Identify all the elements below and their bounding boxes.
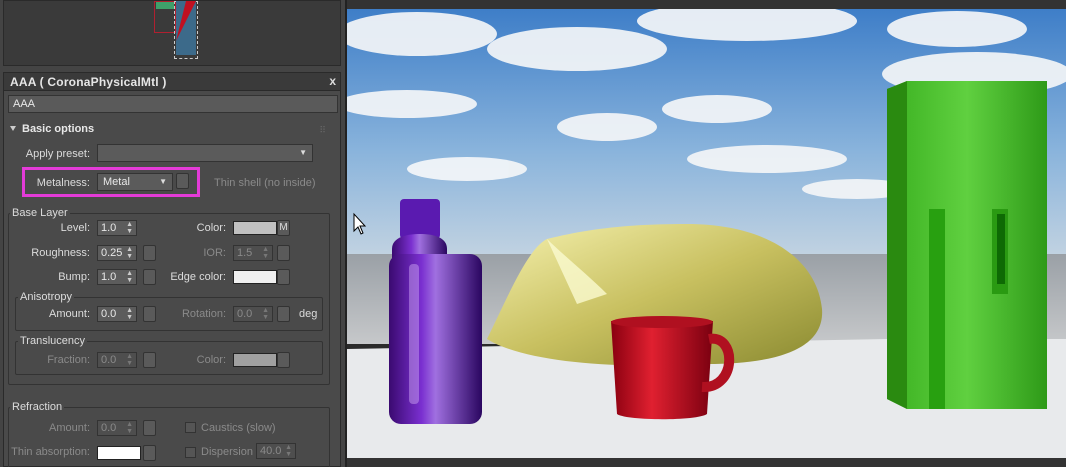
grip-icon: ⠿	[319, 125, 326, 135]
thin-absorption-map-button[interactable]	[143, 445, 156, 461]
thin-absorption-swatch[interactable]	[97, 446, 141, 460]
spinner-arrows-icon[interactable]: ▲ ▼	[126, 421, 133, 435]
roughness-map-button[interactable]	[143, 245, 156, 261]
color-label: Color:	[196, 222, 226, 234]
basic-options-header[interactable]: Basic options	[10, 123, 94, 135]
fraction-value: 0.0	[101, 354, 117, 366]
rotation-spinner[interactable]: 0.0 ▲ ▼	[233, 306, 273, 322]
edge-color-map-button[interactable]	[277, 269, 290, 285]
level-label: Level:	[60, 222, 90, 234]
fraction-spinner[interactable]: 0.0 ▲ ▼	[97, 352, 137, 368]
metalness-highlight-box	[22, 167, 200, 197]
material-name-field[interactable]: AAA	[8, 95, 338, 113]
spinner-arrows-icon[interactable]: ▲ ▼	[126, 246, 133, 260]
bump-map-button[interactable]	[143, 269, 156, 285]
edge-color-swatch[interactable]	[233, 270, 277, 284]
translucency-color-swatch[interactable]	[233, 353, 277, 367]
base-layer-label: Base Layer	[10, 207, 70, 219]
ior-value: 1.5	[237, 247, 253, 259]
apply-preset-label: Apply preset:	[25, 148, 90, 160]
material-preview	[3, 0, 341, 66]
rotation-value: 0.0	[237, 308, 253, 320]
render-viewport[interactable]	[345, 0, 1066, 467]
spinner-arrows-icon[interactable]: ▲ ▼	[285, 444, 292, 458]
spinner-arrows-icon[interactable]: ▲ ▼	[126, 270, 133, 284]
fraction-map-button[interactable]	[143, 352, 156, 368]
roughness-label: Roughness:	[31, 247, 90, 259]
refraction-amount-map-button[interactable]	[143, 420, 156, 436]
preview-swatch-thumb	[176, 1, 196, 55]
level-value: 1.0	[101, 222, 117, 234]
viewport-top-bar	[347, 0, 1066, 9]
bump-spinner[interactable]: 1.0 ▲ ▼	[97, 269, 137, 285]
translucency-color-label: Color:	[196, 354, 226, 366]
refraction-amount-value: 0.0	[101, 422, 117, 434]
bump-value: 1.0	[101, 271, 117, 283]
translucency-color-map-button[interactable]	[277, 352, 290, 368]
edge-color-label: Edge color:	[170, 271, 226, 283]
thin-absorption-label: Thin absorption:	[11, 446, 90, 458]
bump-label: Bump:	[58, 271, 90, 283]
anisotropy-amount-label: Amount:	[49, 308, 90, 320]
material-title: AAA ( CoronaPhysicalMtl )	[10, 75, 167, 89]
roughness-spinner[interactable]: 0.25 ▲ ▼	[97, 245, 137, 261]
translucency-label: Translucency	[18, 335, 88, 347]
anisotropy-amount-map-button[interactable]	[143, 306, 156, 322]
dispersion-label: Dispersion	[201, 446, 253, 458]
dispersion-spinner[interactable]: 40.0 ▲ ▼	[256, 443, 296, 459]
rotation-unit: deg	[299, 308, 318, 320]
refraction-label: Refraction	[10, 401, 65, 413]
refraction-amount-label: Amount:	[49, 422, 90, 434]
roughness-value: 0.25	[101, 247, 123, 259]
spinner-arrows-icon[interactable]: ▲ ▼	[126, 353, 133, 367]
caustics-checkbox[interactable]	[185, 422, 196, 433]
anisotropy-amount-value: 0.0	[101, 308, 117, 320]
render-scene	[347, 9, 1066, 458]
rollout-title-bar: AAA ( CoronaPhysicalMtl ) x	[4, 73, 340, 91]
fraction-label: Fraction:	[47, 354, 90, 366]
color-swatch[interactable]	[233, 221, 277, 235]
collapse-triangle-icon	[10, 126, 16, 131]
apply-preset-dropdown[interactable]: ▼	[97, 144, 313, 162]
spinner-arrows-icon[interactable]: ▲ ▼	[262, 246, 269, 260]
caustics-label: Caustics (slow)	[201, 422, 276, 434]
level-spinner[interactable]: 1.0 ▲ ▼	[97, 220, 137, 236]
material-editor-panel: AAA ( CoronaPhysicalMtl ) x AAA Basic op…	[0, 0, 342, 467]
rotation-map-button[interactable]	[277, 306, 290, 322]
spinner-arrows-icon[interactable]: ▲ ▼	[126, 221, 133, 235]
close-icon[interactable]: x	[329, 74, 336, 88]
thin-shell-label[interactable]: Thin shell (no inside)	[214, 177, 316, 189]
preview-swatches	[154, 1, 198, 59]
ior-label: IOR:	[203, 247, 226, 259]
rotation-label: Rotation:	[181, 308, 226, 320]
render-image[interactable]	[347, 9, 1066, 458]
anisotropy-amount-spinner[interactable]: 0.0 ▲ ▼	[97, 306, 137, 322]
spinner-arrows-icon[interactable]: ▲ ▼	[262, 307, 269, 321]
dispersion-value: 40.0	[260, 445, 282, 457]
basic-options-title: Basic options	[22, 123, 95, 135]
dispersion-checkbox[interactable]	[185, 447, 196, 458]
spinner-arrows-icon[interactable]: ▲ ▼	[126, 307, 133, 321]
anisotropy-label: Anisotropy	[18, 291, 74, 303]
ior-spinner[interactable]: 1.5 ▲ ▼	[233, 245, 273, 261]
dropdown-arrow-icon: ▼	[299, 148, 307, 157]
refraction-amount-spinner[interactable]: 0.0 ▲ ▼	[97, 420, 137, 436]
viewport-bottom-bar	[347, 458, 1066, 467]
color-map-button[interactable]: M	[277, 220, 290, 236]
preview-swatch-frame	[154, 1, 176, 33]
ior-map-button[interactable]	[277, 245, 290, 261]
